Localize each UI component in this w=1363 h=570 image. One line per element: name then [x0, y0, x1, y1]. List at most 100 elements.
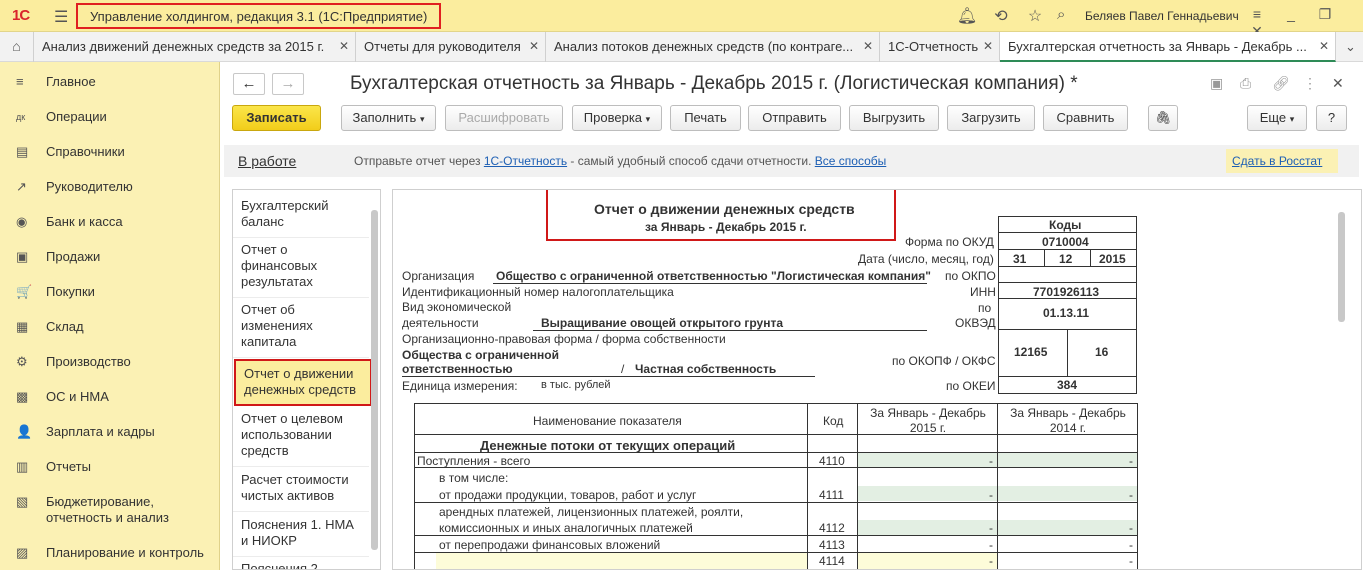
warehouse-icon: ▦	[16, 319, 29, 334]
row-value-2015: -	[989, 488, 993, 502]
close-icon[interactable]: ✕	[529, 39, 539, 53]
history-icon[interactable]: ⟲	[984, 6, 1018, 26]
cart-icon: 🛒	[16, 284, 33, 299]
okved-value[interactable]: 01.13.11	[1043, 306, 1089, 320]
date-year[interactable]: 2015	[1099, 252, 1126, 266]
okopf-value[interactable]: 12165	[1014, 345, 1047, 359]
ownership-value[interactable]: Частная собственность	[635, 362, 776, 376]
user-name[interactable]: Беляев Павел Геннадьевич	[1085, 9, 1239, 23]
tabs-dropdown-icon[interactable]: ⌄	[1338, 32, 1363, 62]
cell-2014[interactable]	[998, 453, 1137, 467]
close-icon[interactable]: ✕	[1319, 39, 1329, 53]
sidebar-item-label: ОС и НМА	[46, 389, 109, 404]
section-item[interactable]: Отчет о финансовых результатах	[233, 240, 369, 298]
menu-icon[interactable]: ☰	[54, 7, 68, 27]
cell-2014[interactable]	[998, 486, 1137, 501]
compare-button[interactable]: Сравнить	[1043, 105, 1128, 131]
status-link[interactable]: В работе	[238, 153, 296, 169]
inn-value[interactable]: 7701926113	[1033, 285, 1099, 299]
okud-value[interactable]: 0710004	[1042, 235, 1089, 249]
row-name-2: от продажи продукции, товаров, работ и у…	[439, 488, 697, 502]
section-item[interactable]: Пояснения 2.	[233, 559, 369, 569]
attach-button[interactable]: 🖇︎	[1148, 105, 1178, 131]
legal-form-1[interactable]: Общества с ограниченной	[402, 348, 559, 362]
section-item[interactable]: Расчет стоимости чистых активов	[233, 470, 369, 512]
link-icon[interactable]: 🔗︎	[1272, 75, 1290, 92]
section-item[interactable]: Отчет о целевом использовании средств	[233, 409, 369, 467]
org-name[interactable]: Общество с ограниченной ответственностью…	[496, 269, 931, 283]
more-button[interactable]: Еще ▾	[1247, 105, 1307, 131]
back-button[interactable]: ←	[233, 73, 265, 95]
row-name: от перепродажи финансовых вложений	[439, 538, 661, 552]
restore-icon[interactable]: ❐	[1308, 6, 1342, 23]
decode-button[interactable]: Расшифровать	[445, 105, 563, 131]
all-ways-link[interactable]: Все способы	[815, 154, 887, 168]
row-name-2: комиссионных и иных аналогичных платежей	[439, 521, 693, 535]
section-item[interactable]: Пояснения 1. НМА и НИОКР	[233, 515, 369, 557]
bell-icon[interactable]: 🔔︎	[950, 6, 984, 26]
tab-cash-flow-analysis[interactable]: Анализ движений денежных средств за 2015…	[34, 32, 356, 62]
close-icon[interactable]: ✕	[1332, 75, 1344, 92]
import-button[interactable]: Загрузить	[947, 105, 1035, 131]
tab-manager-reports[interactable]: Отчеты для руководителя ✕	[356, 32, 546, 62]
date-month[interactable]: 12	[1059, 252, 1072, 266]
star-icon[interactable]: ☆	[1018, 6, 1052, 26]
tab-counterparty-flows[interactable]: Анализ потоков денежных средств (по конт…	[546, 32, 880, 62]
1c-reporting-link[interactable]: 1С-Отчетность	[484, 154, 567, 168]
sidebar-item-label: Склад	[46, 319, 84, 334]
section-item-cash-flow[interactable]: Отчет о движении денежных средств	[234, 359, 372, 406]
row-value-2014: -	[1129, 554, 1133, 568]
check-button[interactable]: Проверка ▾	[572, 105, 662, 131]
tab-label: 1С-Отчетность	[888, 39, 979, 54]
help-button[interactable]: ?	[1316, 105, 1347, 131]
home-icon[interactable]: ⌂	[0, 32, 34, 62]
okei-label: по ОКЕИ	[946, 379, 996, 393]
save-icon[interactable]: ▣	[1210, 75, 1223, 92]
settings-icon[interactable]: ≡	[1240, 6, 1274, 22]
cell-2015[interactable]	[858, 453, 997, 467]
row-code: 4112	[819, 521, 845, 535]
cell-2015[interactable]	[858, 553, 997, 569]
print-button[interactable]: Печать	[670, 105, 741, 131]
okei-value[interactable]: 384	[1057, 378, 1077, 392]
close-icon[interactable]: ✕	[983, 39, 993, 53]
row-value-2014: -	[1129, 538, 1133, 552]
forward-button[interactable]: →	[272, 73, 304, 95]
row-value-2015: -	[989, 521, 993, 535]
search-icon[interactable]: ⌕	[1057, 6, 1065, 23]
okfs-value[interactable]: 16	[1095, 345, 1108, 359]
export-button[interactable]: Выгрузить	[849, 105, 939, 131]
date-day[interactable]: 31	[1013, 252, 1026, 266]
unit-value[interactable]: в тыс. рублей	[541, 379, 611, 391]
close-icon[interactable]: ✕	[339, 39, 349, 53]
tab-1c-reporting[interactable]: 1С-Отчетность ✕	[880, 32, 1000, 62]
activity-value[interactable]: Выращивание овощей открытого грунта	[541, 316, 783, 330]
report-period: за Январь - Декабрь 2015 г.	[645, 220, 807, 234]
row-name: Поступления - всего	[417, 454, 531, 468]
fill-button[interactable]: Заполнить ▾	[341, 105, 436, 131]
operations-icon: дк	[16, 112, 26, 122]
close-icon[interactable]: ✕	[863, 39, 873, 53]
send-button[interactable]: Отправить	[748, 105, 841, 131]
book-icon: ▤	[16, 144, 29, 159]
section-item[interactable]: Отчет об изменениях капитала	[233, 300, 369, 358]
section-item[interactable]: Бухгалтерский баланс	[233, 196, 369, 238]
cell-2015[interactable]	[858, 486, 997, 501]
col-2015-header: За Январь - Декабрь 2015 г.	[870, 406, 986, 435]
scrollbar[interactable]	[1338, 212, 1345, 322]
tab-accounting-report[interactable]: Бухгалтерская отчетность за Январь - Дек…	[1000, 32, 1336, 62]
save-button[interactable]: Записать	[232, 105, 321, 131]
row-code: 4114	[819, 554, 845, 568]
legal-form-2[interactable]: ответственностью	[402, 362, 513, 376]
coin-icon: ◉	[16, 214, 28, 229]
cell-2014[interactable]	[998, 520, 1137, 535]
app-logo: 1С	[12, 7, 30, 24]
row-name-input[interactable]	[436, 553, 807, 569]
print-icon[interactable]: ⎙	[1240, 75, 1251, 92]
rosstat-link[interactable]: Сдать в Росстат	[1226, 149, 1338, 173]
more-icon[interactable]: ⋮	[1303, 75, 1317, 92]
minimize-icon[interactable]: _	[1274, 6, 1308, 22]
assets-icon: ▩	[16, 389, 29, 404]
scrollbar[interactable]	[371, 210, 378, 550]
cell-2015[interactable]	[858, 520, 997, 535]
